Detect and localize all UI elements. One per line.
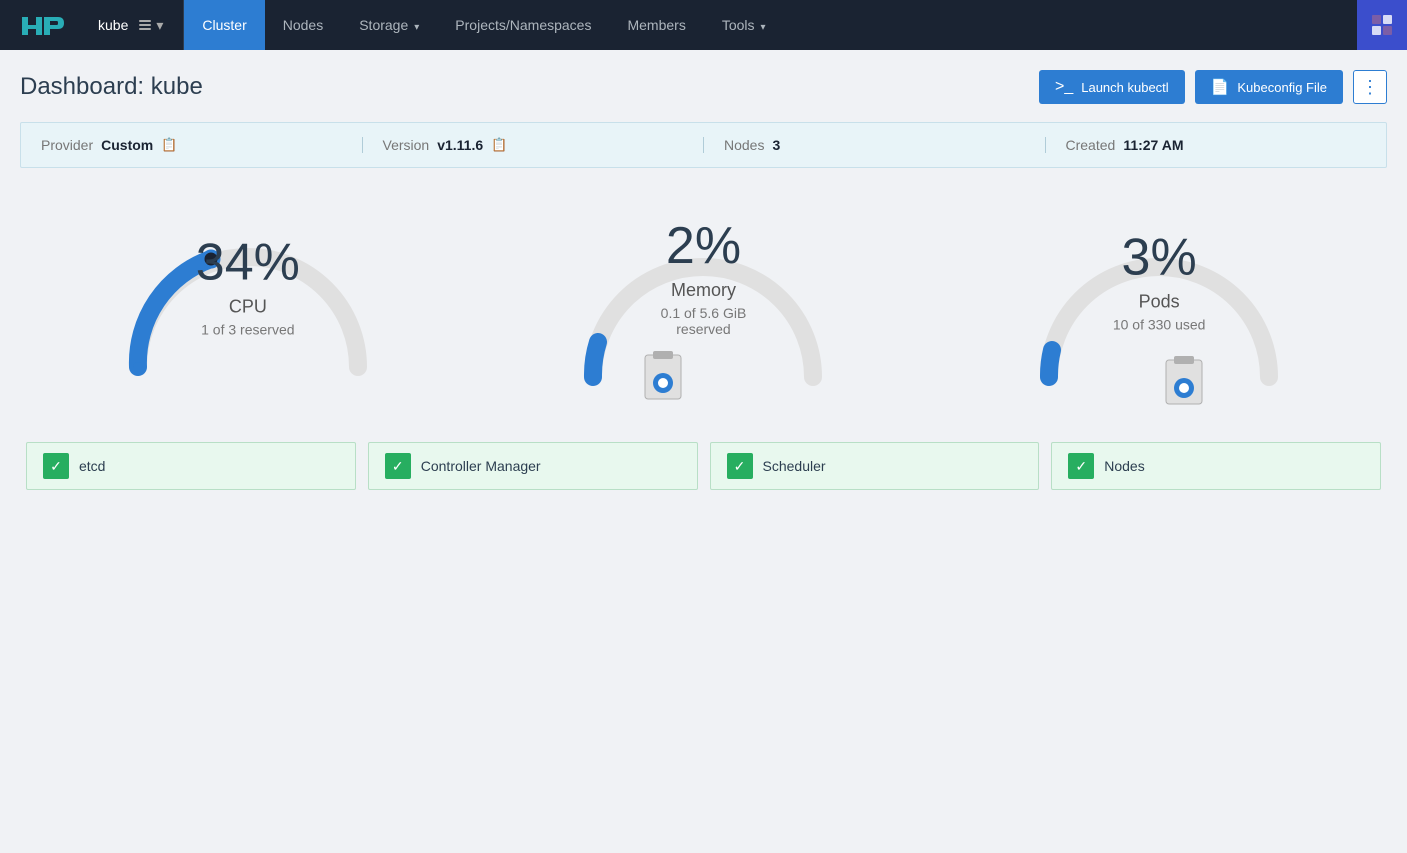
memory-label: Memory bbox=[633, 280, 773, 301]
provider-copy-icon[interactable]: 📋 bbox=[161, 137, 177, 153]
memory-gauge: 2% Memory 0.1 of 5.6 GiB reserved bbox=[553, 202, 853, 402]
memory-sub: 0.1 of 5.6 GiB reserved bbox=[633, 305, 773, 337]
header-actions: >_ Launch kubectl 📄 Kubeconfig File ⋮ bbox=[1039, 70, 1387, 104]
pods-sub: 10 of 330 used bbox=[1113, 316, 1206, 332]
nodes-value: 3 bbox=[772, 137, 780, 153]
storage-chevron-icon bbox=[412, 17, 419, 33]
cpu-gauge-center: 34% CPU 1 of 3 reserved bbox=[196, 236, 300, 337]
pods-gauge-center: 3% Pods 10 of 330 used bbox=[1113, 231, 1206, 332]
provider-label: Provider bbox=[41, 137, 93, 153]
version-copy-icon[interactable]: 📋 bbox=[491, 137, 507, 153]
nav-item-members[interactable]: Members bbox=[609, 0, 703, 50]
memory-percent: 2% bbox=[633, 220, 773, 272]
created-value: 11:27 AM bbox=[1123, 137, 1183, 153]
nav-item-projects[interactable]: Projects/Namespaces bbox=[437, 0, 609, 50]
status-item-scheduler: ✓ Scheduler bbox=[710, 442, 1040, 490]
document-icon: 📄 bbox=[1211, 78, 1230, 96]
version-value: v1.11.6 bbox=[437, 137, 483, 153]
page-title: Dashboard: kube bbox=[20, 73, 203, 101]
launch-kubectl-button[interactable]: >_ Launch kubectl bbox=[1039, 70, 1185, 104]
provider-info: Provider Custom 📋 bbox=[41, 137, 363, 153]
nav-item-cluster[interactable]: Cluster bbox=[184, 0, 264, 50]
pods-gauge-visual: 3% Pods 10 of 330 used bbox=[1019, 202, 1299, 402]
nav-item-nodes[interactable]: Nodes bbox=[265, 0, 341, 50]
page-header: Dashboard: kube >_ Launch kubectl 📄 Kube… bbox=[20, 70, 1387, 104]
cpu-percent: 34% bbox=[196, 236, 300, 288]
memory-gauge-center: 2% Memory 0.1 of 5.6 GiB reserved bbox=[633, 220, 773, 337]
pods-percent: 3% bbox=[1113, 231, 1206, 283]
status-bar: ✓ etcd ✓ Controller Manager ✓ Scheduler … bbox=[20, 442, 1387, 490]
controller-manager-check-icon: ✓ bbox=[385, 453, 411, 479]
cpu-gauge-visual: 34% CPU 1 of 3 reserved bbox=[108, 202, 388, 402]
pods-gauge: 3% Pods 10 of 330 used bbox=[1009, 202, 1309, 402]
main-content: Dashboard: kube >_ Launch kubectl 📄 Kube… bbox=[0, 50, 1407, 510]
nodes-check-icon: ✓ bbox=[1068, 453, 1094, 479]
cpu-sub: 1 of 3 reserved bbox=[196, 321, 300, 337]
scheduler-check-icon: ✓ bbox=[727, 453, 753, 479]
status-item-etcd: ✓ etcd bbox=[26, 442, 356, 490]
kubeconfig-button[interactable]: 📄 Kubeconfig File bbox=[1195, 70, 1343, 104]
more-options-button[interactable]: ⋮ bbox=[1353, 70, 1387, 104]
etcd-check-icon: ✓ bbox=[43, 453, 69, 479]
controller-manager-label: Controller Manager bbox=[421, 458, 541, 474]
tools-chevron-icon bbox=[759, 17, 766, 33]
gauges-row: 34% CPU 1 of 3 reserved bbox=[20, 192, 1387, 412]
cpu-gauge: 34% CPU 1 of 3 reserved bbox=[98, 202, 398, 402]
scheduler-label: Scheduler bbox=[763, 458, 826, 474]
info-bar: Provider Custom 📋 Version v1.11.6 📋 Node… bbox=[20, 122, 1387, 168]
etcd-label: etcd bbox=[79, 458, 105, 474]
nav-item-tools[interactable]: Tools bbox=[704, 0, 784, 50]
version-info: Version v1.11.6 📋 bbox=[383, 137, 705, 153]
memory-gauge-visual: 2% Memory 0.1 of 5.6 GiB reserved bbox=[563, 202, 843, 402]
created-info: Created 11:27 AM bbox=[1066, 137, 1367, 153]
nav-items: Cluster Nodes Storage Projects/Namespace… bbox=[184, 0, 1357, 50]
status-item-nodes: ✓ Nodes bbox=[1051, 442, 1381, 490]
cluster-name: kube bbox=[98, 17, 128, 33]
brand-logo[interactable] bbox=[0, 0, 84, 50]
nav-item-storage[interactable]: Storage bbox=[341, 0, 437, 50]
nodes-info: Nodes 3 bbox=[724, 137, 1046, 153]
version-label: Version bbox=[383, 137, 430, 153]
navbar: kube ▾ Cluster Nodes Storage Projects/Na… bbox=[0, 0, 1407, 50]
status-item-controller-manager: ✓ Controller Manager bbox=[368, 442, 698, 490]
nodes-status-label: Nodes bbox=[1104, 458, 1144, 474]
created-label: Created bbox=[1066, 137, 1116, 153]
pods-label: Pods bbox=[1113, 291, 1206, 312]
cluster-selector[interactable]: kube ▾ bbox=[84, 0, 184, 50]
provider-value: Custom bbox=[101, 137, 153, 153]
nodes-label: Nodes bbox=[724, 137, 764, 153]
cpu-label: CPU bbox=[196, 296, 300, 317]
terminal-icon: >_ bbox=[1055, 78, 1073, 96]
nav-right bbox=[1357, 0, 1407, 50]
grid-menu-icon[interactable] bbox=[1357, 0, 1407, 50]
